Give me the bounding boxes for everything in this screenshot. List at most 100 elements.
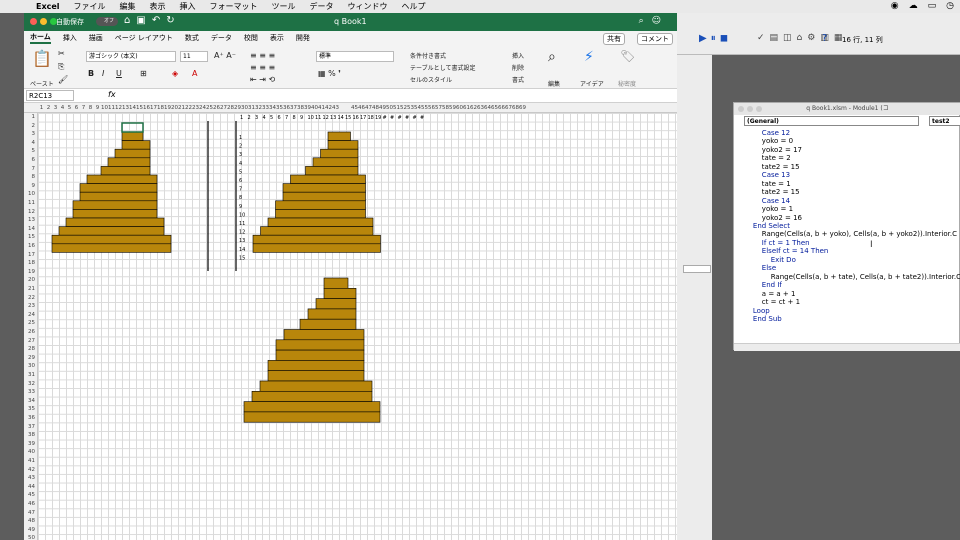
column-header[interactable]: 63: [477, 105, 484, 111]
column-header[interactable]: 53: [407, 105, 414, 111]
column-header[interactable]: 11: [108, 105, 115, 111]
row-header[interactable]: 11: [28, 200, 35, 206]
row-header[interactable]: 3: [32, 131, 36, 137]
column-header[interactable]: 19: [164, 105, 171, 111]
column-header[interactable]: 21: [178, 105, 185, 111]
column-header[interactable]: 6: [73, 105, 80, 111]
vbe-tool-icons[interactable]: ✓▤◫⌂⚙▥▦: [757, 33, 847, 43]
row-header[interactable]: 18: [28, 260, 35, 266]
row-header[interactable]: 31: [28, 372, 35, 378]
paste-icon[interactable]: 📋: [32, 49, 52, 68]
column-header[interactable]: 64: [484, 105, 491, 111]
column-header[interactable]: 26: [213, 105, 220, 111]
column-header[interactable]: 10: [101, 105, 108, 111]
row-header[interactable]: 49: [28, 527, 35, 533]
battery-icon[interactable]: ▭: [928, 1, 937, 11]
row-header[interactable]: 47: [28, 510, 35, 516]
column-header[interactable]: 13: [122, 105, 129, 111]
column-header[interactable]: 58: [442, 105, 449, 111]
column-header[interactable]: 34: [269, 105, 276, 111]
tab-page-layout[interactable]: ページ レイアウト: [115, 33, 173, 43]
column-header[interactable]: 56: [428, 105, 435, 111]
row-header[interactable]: 24: [28, 312, 35, 318]
italic-button[interactable]: I: [102, 69, 104, 78]
column-header[interactable]: 31: [248, 105, 255, 111]
stop-icon[interactable]: ◼: [720, 33, 732, 44]
cloud-icon[interactable]: ☁: [909, 1, 918, 11]
row-header[interactable]: 41: [28, 458, 35, 464]
fill-color-icon[interactable]: ◈: [172, 69, 178, 78]
tab-formulas[interactable]: 数式: [185, 33, 199, 43]
row-header[interactable]: 20: [28, 277, 35, 283]
column-header[interactable]: 23: [192, 105, 199, 111]
column-header[interactable]: 49: [379, 105, 386, 111]
column-header[interactable]: 66: [498, 105, 505, 111]
menu-edit[interactable]: 編集: [120, 1, 136, 12]
column-header[interactable]: 5: [66, 105, 73, 111]
bold-button[interactable]: B: [88, 69, 94, 78]
row-header[interactable]: 22: [28, 295, 35, 301]
column-header[interactable]: 54: [414, 105, 421, 111]
fx-icon[interactable]: fx: [108, 90, 116, 99]
menu-data[interactable]: データ: [310, 1, 334, 12]
row-header[interactable]: 42: [28, 467, 35, 473]
row-header[interactable]: 13: [28, 217, 35, 223]
smiley-icon[interactable]: ☺: [652, 16, 669, 26]
format-as-table-button[interactable]: テーブルとして書式設定: [410, 63, 475, 72]
zoom-code-button[interactable]: [756, 106, 762, 112]
worksheet-grid[interactable]: 1 2 3 4 5 6 7 8 9 10 11 12 13 14 15 16 17 18 19 # # # # # #1 2 3 4 5…: [38, 113, 677, 540]
tab-draw[interactable]: 描画: [89, 33, 103, 43]
column-header[interactable]: 32: [255, 105, 262, 111]
row-header[interactable]: 25: [28, 320, 35, 326]
record-icon[interactable]: ◉: [891, 1, 899, 11]
row-header[interactable]: 39: [28, 441, 35, 447]
row-header[interactable]: 35: [28, 406, 35, 412]
menu-format[interactable]: フォーマット: [210, 1, 258, 12]
column-header[interactable]: 47: [365, 105, 372, 111]
column-header[interactable]: 40: [311, 105, 318, 111]
column-header[interactable]: 42: [325, 105, 332, 111]
row-header[interactable]: 30: [28, 363, 35, 369]
row-header[interactable]: 29: [28, 355, 35, 361]
column-header[interactable]: 4: [59, 105, 66, 111]
column-header[interactable]: 16: [143, 105, 150, 111]
search-icon[interactable]: ⌕: [639, 16, 652, 26]
row-header[interactable]: 23: [28, 303, 35, 309]
pause-icon[interactable]: ⏸: [711, 33, 720, 44]
share-button[interactable]: 共有: [603, 33, 625, 45]
tab-data[interactable]: データ: [211, 33, 232, 43]
column-header[interactable]: 36: [283, 105, 290, 111]
row-header[interactable]: 44: [28, 484, 35, 490]
column-header[interactable]: 22: [185, 105, 192, 111]
row-header[interactable]: 4: [32, 140, 36, 146]
name-box[interactable]: R2C13: [26, 90, 74, 101]
row-header[interactable]: 14: [28, 226, 35, 232]
row-header[interactable]: 1: [32, 114, 36, 120]
delete-cells-button[interactable]: 削除: [512, 63, 524, 72]
close-code-button[interactable]: [738, 106, 744, 112]
row-header[interactable]: 8: [32, 174, 36, 180]
column-header[interactable]: 33: [262, 105, 269, 111]
row-header[interactable]: 34: [28, 398, 35, 404]
column-header[interactable]: 20: [171, 105, 178, 111]
font-size-select[interactable]: 11: [180, 51, 208, 62]
undo-icon[interactable]: ↶: [152, 15, 166, 26]
column-header[interactable]: 50: [386, 105, 393, 111]
column-header[interactable]: 45: [351, 105, 358, 111]
column-header[interactable]: 38: [297, 105, 304, 111]
column-header[interactable]: 3: [52, 105, 59, 111]
row-header[interactable]: 33: [28, 389, 35, 395]
tab-insert[interactable]: 挿入: [63, 33, 77, 43]
column-header[interactable]: 46: [358, 105, 365, 111]
row-header[interactable]: 10: [28, 191, 35, 197]
column-header[interactable]: 43: [332, 105, 339, 111]
column-header[interactable]: 55: [421, 105, 428, 111]
cut-icon[interactable]: ✂: [58, 49, 65, 58]
help-icon[interactable]: ?: [822, 33, 827, 44]
close-window-button[interactable]: [30, 18, 37, 25]
row-header[interactable]: 17: [28, 252, 35, 258]
row-header[interactable]: 15: [28, 234, 35, 240]
column-header[interactable]: 60: [456, 105, 463, 111]
menu-app-name[interactable]: Excel: [36, 2, 60, 11]
column-header[interactable]: 30: [241, 105, 248, 111]
